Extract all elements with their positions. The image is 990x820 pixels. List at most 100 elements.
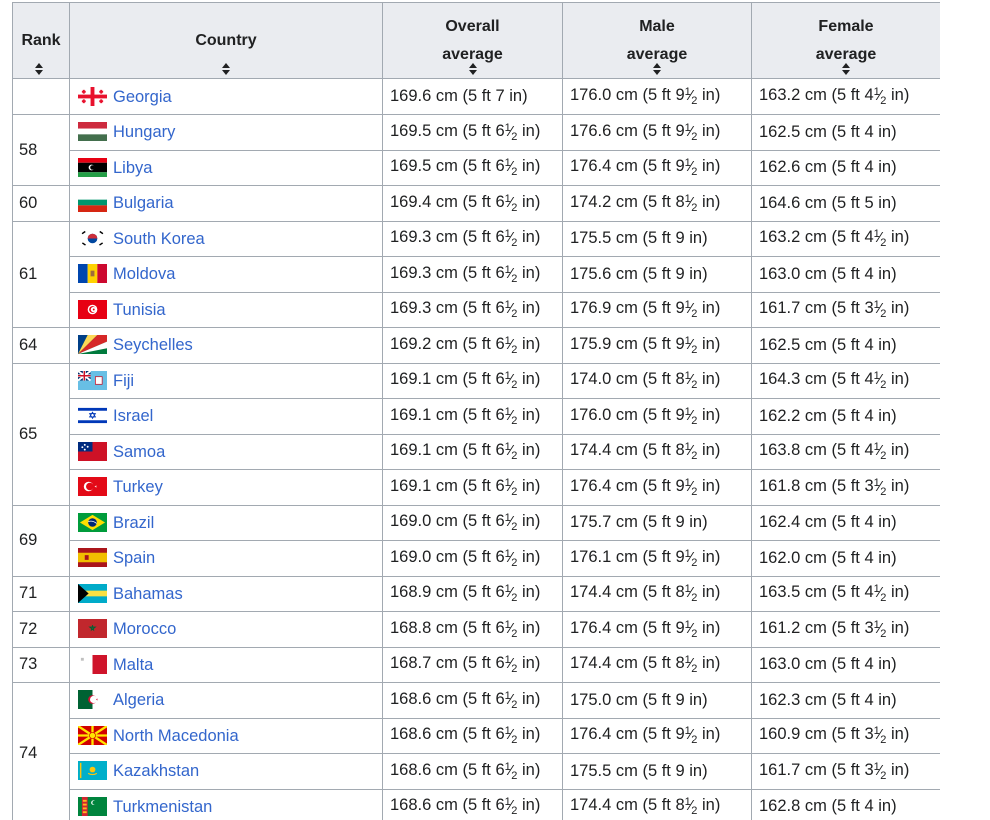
sort-icon[interactable] <box>468 63 478 75</box>
malta-flag-icon[interactable] <box>78 654 107 674</box>
male-average-header[interactable]: Male average <box>562 2 752 79</box>
table-row: 72 Morocco 168.8 cm (5 ft 61⁄2 in) 176.4 cm… <box>12 611 940 648</box>
country-link[interactable]: Georgia <box>113 88 172 106</box>
male-height-cell: 175.7 cm (5 ft 9 in) <box>562 504 752 541</box>
male-height-cell: 176.4 cm (5 ft 91⁄2 in) <box>562 469 752 506</box>
table-row: Spain 169.0 cm (5 ft 61⁄2 in) 176.1 cm (5 … <box>13 540 940 577</box>
libya-flag-icon[interactable] <box>78 157 107 177</box>
fraction-half: 1⁄2 <box>873 725 887 747</box>
overall-height-cell: 169.5 cm (5 ft 61⁄2 in) <box>382 149 563 186</box>
kazakhstan-flag-icon[interactable] <box>78 761 107 781</box>
country-link[interactable]: Algeria <box>113 691 164 709</box>
fiji-flag-icon[interactable] <box>77 369 107 390</box>
sort-icon[interactable] <box>34 63 44 75</box>
country-link[interactable]: South Korea <box>113 230 205 248</box>
table-body: Georgia 169.6 cm (5 ft 7 in) 176.0 cm (5 f… <box>12 78 940 820</box>
male-height-cell: 174.0 cm (5 ft 81⁄2 in) <box>562 362 752 399</box>
overall-height-cell: 168.8 cm (5 ft 61⁄2 in) <box>382 611 563 648</box>
country-cell: Seychelles <box>69 327 383 364</box>
male-height-cell: 176.4 cm (5 ft 91⁄2 in) <box>562 717 752 754</box>
fraction-half: 1⁄2 <box>504 405 518 427</box>
female-height-cell: 164.6 cm (5 ft 5 in) <box>751 185 940 222</box>
table-row: Turkmenistan 168.6 cm (5 ft 61⁄2 in) 174.4… <box>13 788 940 820</box>
country-link[interactable]: Tunisia <box>113 301 166 319</box>
moldova-flag-icon[interactable] <box>78 264 107 284</box>
fraction-half: 1⁄2 <box>684 405 698 427</box>
female-height-cell: 162.5 cm (5 ft 4 in) <box>751 114 940 151</box>
overall-height-cell: 168.7 cm (5 ft 61⁄2 in) <box>382 646 563 683</box>
female-height-cell: 162.0 cm (5 ft 4 in) <box>751 540 940 577</box>
north-macedonia-flag-icon[interactable] <box>77 724 108 746</box>
country-link[interactable]: Kazakhstan <box>113 762 199 780</box>
tunisia-flag-icon[interactable] <box>78 299 107 319</box>
south-korea-flag-icon[interactable] <box>78 228 107 248</box>
fraction-half: 1⁄2 <box>504 192 518 214</box>
fraction-half: 1⁄2 <box>684 370 698 392</box>
rank-cell: 64 <box>12 327 70 364</box>
country-link[interactable]: Bulgaria <box>113 194 174 212</box>
fraction-half: 1⁄2 <box>504 157 518 179</box>
algeria-flag-icon[interactable] <box>78 690 107 710</box>
country-link[interactable]: Bahamas <box>113 585 183 603</box>
sort-icon[interactable] <box>652 63 662 75</box>
average-height-table: Rank Country Overall average Male averag… <box>12 2 940 820</box>
country-link[interactable]: Seychelles <box>113 336 193 354</box>
overall-height-cell: 168.6 cm (5 ft 61⁄2 in) <box>382 753 563 790</box>
samoa-flag-icon[interactable] <box>78 441 107 461</box>
country-link[interactable]: Samoa <box>113 443 165 461</box>
country-link[interactable]: Turkmenistan <box>113 798 212 816</box>
male-height-cell: 174.4 cm (5 ft 81⁄2 in) <box>562 575 752 612</box>
country-link[interactable]: Morocco <box>113 620 176 638</box>
country-cell: Malta <box>69 646 383 683</box>
height-table-container: Rank Country Overall average Male averag… <box>12 2 940 820</box>
fraction-half: 1⁄2 <box>684 583 698 605</box>
fraction-half: 1⁄2 <box>504 689 518 711</box>
sort-icon[interactable] <box>221 63 231 75</box>
sort-icon[interactable] <box>841 63 851 75</box>
country-link[interactable]: Moldova <box>113 265 175 283</box>
bahamas-flag-icon[interactable] <box>78 583 107 603</box>
country-link[interactable]: Spain <box>113 549 155 567</box>
fraction-half: 1⁄2 <box>684 654 698 676</box>
fraction-half: 1⁄2 <box>504 121 518 143</box>
table-row: 65 Fiji 169.1 cm (5 ft 61⁄2 in) 174.0 cm (5… <box>12 362 940 506</box>
country-cell: Spain <box>69 540 383 577</box>
country-link[interactable]: Libya <box>113 159 152 177</box>
male-height-cell: 175.9 cm (5 ft 91⁄2 in) <box>562 327 752 364</box>
fraction-half: 1⁄2 <box>504 760 518 782</box>
female-average-header[interactable]: Female average <box>751 2 940 79</box>
country-cell: Bahamas <box>69 575 383 612</box>
georgia-flag-icon[interactable] <box>78 86 107 106</box>
israel-flag-icon[interactable] <box>78 406 107 426</box>
country-header[interactable]: Country <box>69 2 383 79</box>
bulgaria-flag-icon[interactable] <box>78 193 107 213</box>
hungary-flag-icon[interactable] <box>78 122 107 142</box>
country-link[interactable]: Hungary <box>113 123 175 141</box>
fraction-half: 1⁄2 <box>504 334 518 356</box>
table-row: 69 Brazil 169.0 cm (5 ft 61⁄2 in) 175.7 cm … <box>12 504 940 577</box>
country-cell: North Macedonia <box>69 717 383 754</box>
spain-flag-icon[interactable] <box>78 548 107 568</box>
rank-header[interactable]: Rank <box>12 2 70 79</box>
country-link[interactable]: Turkey <box>113 478 163 496</box>
country-cell: Georgia <box>69 78 383 115</box>
seychelles-flag-icon[interactable] <box>78 335 107 355</box>
table-row: 73 Malta 168.7 cm (5 ft 61⁄2 in) 174.4 cm (… <box>12 646 940 683</box>
country-link[interactable]: Fiji <box>113 372 134 390</box>
country-link[interactable]: Brazil <box>113 514 154 532</box>
fraction-half: 1⁄2 <box>873 299 887 321</box>
turkmenistan-flag-icon[interactable] <box>78 796 107 816</box>
morocco-flag-icon[interactable] <box>78 619 107 639</box>
brazil-flag-icon[interactable] <box>78 512 107 532</box>
country-link[interactable]: Israel <box>113 407 153 425</box>
overall-height-cell: 169.1 cm (5 ft 61⁄2 in) <box>382 433 563 470</box>
country-link[interactable]: North Macedonia <box>113 727 239 745</box>
fraction-half: 1⁄2 <box>873 441 887 463</box>
overall-height-cell: 169.0 cm (5 ft 61⁄2 in) <box>382 540 563 577</box>
overall-average-header[interactable]: Overall average <box>382 2 563 79</box>
fraction-half: 1⁄2 <box>504 654 518 676</box>
male-height-cell: 174.4 cm (5 ft 81⁄2 in) <box>562 433 752 470</box>
country-cell: Kazakhstan <box>69 753 383 790</box>
turkey-flag-icon[interactable] <box>78 477 107 497</box>
country-link[interactable]: Malta <box>113 656 153 674</box>
